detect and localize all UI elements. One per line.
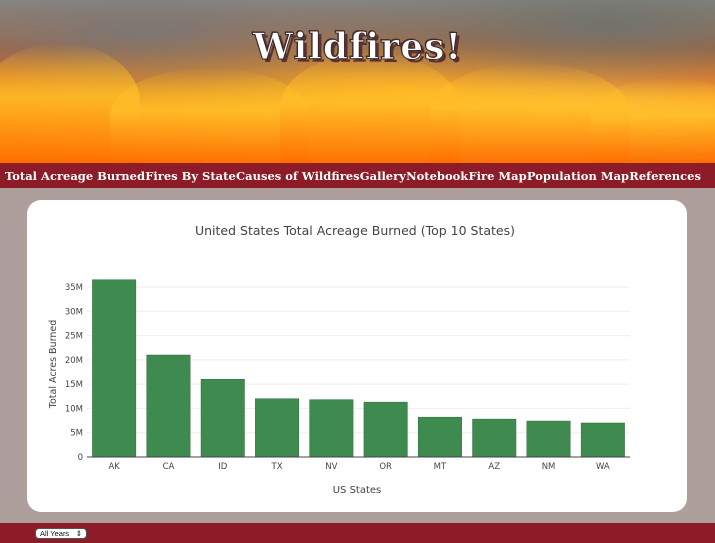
y-tick-label: 30M <box>65 307 83 317</box>
bar-ak[interactable] <box>92 279 137 458</box>
nav-population-map[interactable]: Population Map <box>527 169 629 183</box>
x-tick-label: AK <box>108 462 120 472</box>
nav-causes[interactable]: Causes of Wildfires <box>236 169 360 183</box>
y-axis-label: Total Acres Burned <box>48 320 59 409</box>
x-axis-label: US States <box>333 485 382 496</box>
y-tick-label: 35M <box>65 283 83 293</box>
x-tick-label: NM <box>542 462 556 472</box>
year-select-value: All Years <box>40 529 70 538</box>
y-axis-ticks: 0 5M 10M 15M 20M 25M 30M 35M <box>65 283 83 463</box>
x-tick-label: WA <box>596 462 610 472</box>
bar-az[interactable] <box>472 418 517 458</box>
nav-total-acreage[interactable]: Total Acreage Burned <box>5 169 145 183</box>
y-tick-label: 10M <box>65 404 83 414</box>
page-title: Wildfires! <box>252 26 463 69</box>
nav-fire-map[interactable]: Fire Map <box>469 169 527 183</box>
bar-tx[interactable] <box>255 398 300 458</box>
bar-chart: United States Total Acreage Burned (Top … <box>48 223 630 496</box>
chart-card: United States Total Acreage Burned (Top … <box>27 200 687 512</box>
select-arrows-icon: ⇕ <box>75 529 82 538</box>
x-tick-label: MT <box>434 462 447 472</box>
bar-wa[interactable] <box>580 422 625 458</box>
x-tick-label: AZ <box>488 462 500 472</box>
main-nav: Total Acreage Burned Fires By State Caus… <box>0 163 715 188</box>
bar-nm[interactable] <box>526 420 571 458</box>
x-axis-ticks: AK CA ID TX NV OR MT AZ NM WA <box>108 462 609 472</box>
bars <box>92 279 625 458</box>
y-tick-label: 0 <box>78 453 83 463</box>
chart-title: United States Total Acreage Burned (Top … <box>195 223 515 238</box>
bar-id[interactable] <box>200 379 245 458</box>
y-tick-label: 20M <box>65 356 83 366</box>
x-tick-label: OR <box>379 462 392 472</box>
nav-notebook[interactable]: Notebook <box>406 169 468 183</box>
bar-ca[interactable] <box>146 354 191 458</box>
hero-banner: Wildfires! <box>0 0 715 163</box>
x-tick-label: NV <box>325 462 337 472</box>
x-tick-label: TX <box>271 462 283 472</box>
x-tick-label: ID <box>218 462 228 472</box>
nav-gallery[interactable]: Gallery <box>360 169 406 183</box>
bar-nv[interactable] <box>309 399 354 458</box>
bar-mt[interactable] <box>417 416 462 458</box>
footer-bar <box>0 523 715 543</box>
nav-references[interactable]: References <box>629 169 701 183</box>
x-tick-label: CA <box>163 462 175 472</box>
y-tick-label: 15M <box>65 380 83 390</box>
bar-or[interactable] <box>363 401 408 458</box>
y-tick-label: 5M <box>70 429 83 439</box>
nav-fires-by-state[interactable]: Fires By State <box>145 169 236 183</box>
year-select[interactable]: All Years ⇕ <box>35 528 87 539</box>
y-tick-label: 25M <box>65 332 83 342</box>
